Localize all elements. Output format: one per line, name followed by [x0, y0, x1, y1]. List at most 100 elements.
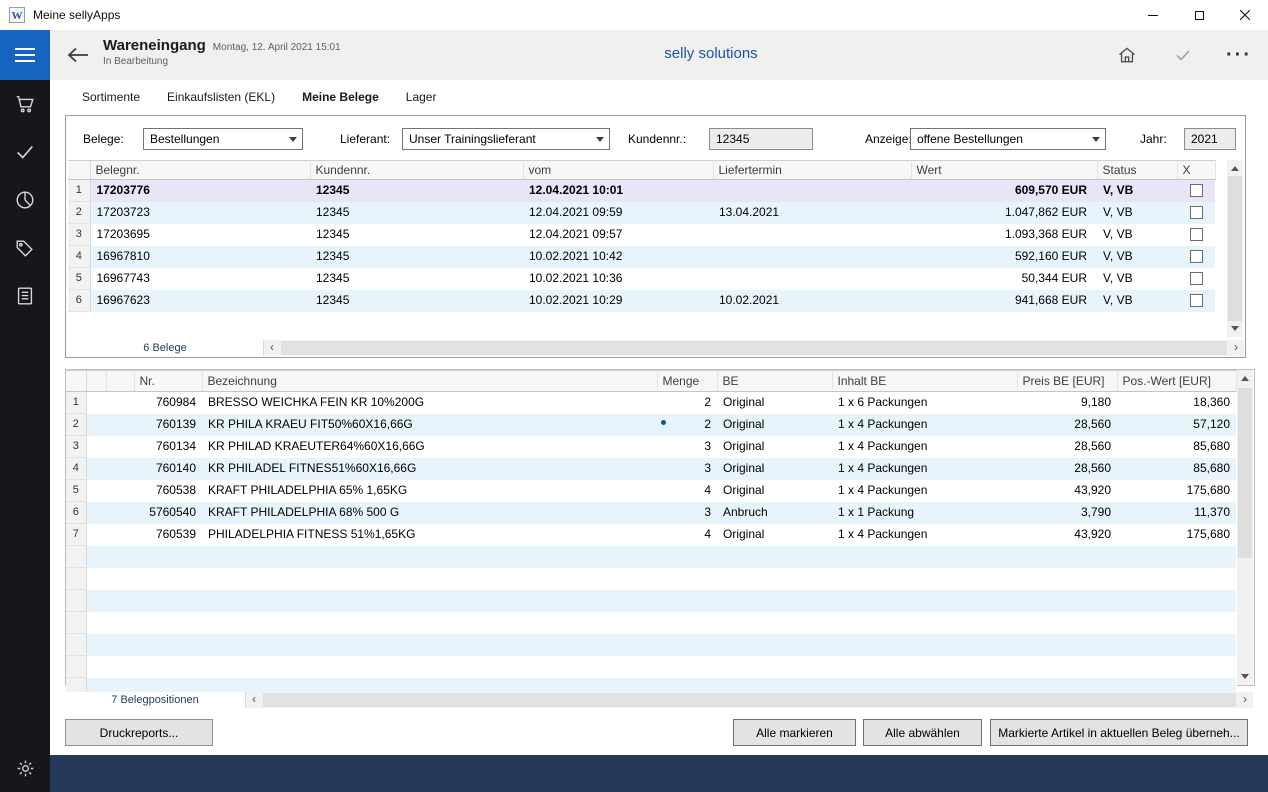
ellipsis-icon: ··· [1226, 50, 1252, 60]
position-row[interactable]: 65760540KRAFT PHILADELPHIA 68% 500 G3Anb… [66, 502, 1236, 524]
belege-horizontal-scrollbar[interactable]: ‹ › [264, 340, 1244, 356]
belege-select[interactable]: Bestellungen [143, 128, 303, 150]
sidebar-item-prices[interactable] [0, 224, 50, 272]
scroll-right-icon[interactable]: › [1228, 340, 1244, 356]
beleg-checkbox[interactable] [1190, 272, 1203, 285]
scroll-up-icon[interactable] [1241, 376, 1249, 381]
column-header-menge[interactable]: Menge [657, 371, 717, 392]
scroll-left-icon[interactable]: ‹ [264, 340, 280, 356]
scroll-down-icon[interactable] [1231, 326, 1239, 331]
belege-vertical-scrollbar[interactable] [1227, 160, 1243, 337]
positionen-horizontal-scrollbar[interactable]: ‹ › [246, 692, 1253, 708]
alle-markieren-button[interactable]: Alle markieren [733, 719, 856, 746]
scrollbar-thumb[interactable] [1228, 176, 1242, 321]
more-button[interactable]: ··· [1224, 40, 1254, 70]
beleg-checkbox[interactable] [1190, 206, 1203, 219]
tab-sortimente[interactable]: Sortimente [82, 90, 140, 104]
column-header-status[interactable]: Status [1097, 161, 1177, 180]
alle-abwaehlen-button[interactable]: Alle abwählen [863, 719, 982, 746]
sidebar-item-cart[interactable] [0, 80, 50, 128]
close-button[interactable] [1222, 0, 1268, 30]
main-content: Sortimente Einkaufslisten (EKL) Meine Be… [50, 80, 1268, 755]
belege-panel: Belege: Bestellungen Lieferant: Unser Tr… [65, 115, 1246, 358]
scrollbar-thumb[interactable] [281, 341, 1227, 355]
menu-button[interactable] [0, 30, 50, 80]
uebernehmen-button[interactable]: Markierte Artikel in aktuellen Beleg übe… [990, 719, 1248, 746]
position-row[interactable]: 3760134KR PHILAD KRAEUTER64%60X16,66G3Or… [66, 436, 1236, 458]
jahr-label: Jahr: [1140, 128, 1167, 150]
sidebar-item-tasks[interactable] [0, 128, 50, 176]
column-header-x[interactable]: X [1177, 161, 1215, 180]
back-button[interactable] [63, 42, 93, 68]
column-header-pos-wert[interactable]: Pos.-Wert [EUR] [1117, 371, 1236, 392]
positionen-header-row: Nr. Bezeichnung Menge BE Inhalt BE Preis… [66, 371, 1236, 392]
minimize-button[interactable] [1130, 0, 1176, 30]
confirm-button[interactable] [1168, 40, 1198, 70]
pie-chart-icon [14, 189, 36, 211]
sidebar-item-settings[interactable] [0, 750, 50, 786]
column-header-belegnr[interactable]: Belegnr. [90, 161, 310, 180]
beleg-row[interactable]: 6169676231234510.02.2021 10:2910.02.2021… [68, 290, 1215, 312]
position-row[interactable]: 4760140KR PHILADEL FITNES51%60X16,66G3Or… [66, 458, 1236, 480]
sidebar-item-statistics[interactable] [0, 176, 50, 224]
lieferant-select-value: Unser Trainingslieferant [409, 132, 536, 146]
positionen-vertical-scrollbar[interactable] [1237, 370, 1253, 685]
lieferant-select[interactable]: Unser Trainingslieferant [402, 128, 610, 150]
anzeige-select[interactable]: offene Bestellungen [910, 128, 1106, 150]
scroll-up-icon[interactable] [1231, 166, 1239, 171]
beleg-row[interactable]: 4169678101234510.02.2021 10:42592,160 EU… [68, 246, 1215, 268]
position-row[interactable]: 1760984BRESSO WEICHKA FEIN KR 10%200G2Or… [66, 392, 1236, 414]
column-header-liefertermin[interactable]: Liefertermin [713, 161, 911, 180]
tab-meine-belege[interactable]: Meine Belege [302, 90, 379, 104]
column-header-vom[interactable]: vom [523, 161, 713, 180]
sidebar-item-catalog[interactable] [0, 272, 50, 320]
belege-filter-label: Belege: [83, 128, 124, 150]
kundennr-input[interactable]: 12345 [709, 128, 813, 150]
catalog-icon [14, 285, 36, 307]
jahr-input[interactable]: 2021 [1184, 128, 1236, 150]
scroll-down-icon[interactable] [1241, 674, 1249, 679]
belege-count-label: 6 Belege [67, 340, 264, 356]
column-header-preis-be[interactable]: Preis BE [EUR] [1017, 371, 1117, 392]
tab-einkaufslisten[interactable]: Einkaufslisten (EKL) [167, 90, 275, 104]
tab-lager[interactable]: Lager [406, 90, 437, 104]
chevron-down-icon [1092, 137, 1100, 142]
row-number-header [68, 161, 90, 180]
beleg-row[interactable]: 5169677431234510.02.2021 10:3650,344 EUR… [68, 268, 1215, 290]
close-icon [1240, 10, 1250, 20]
chevron-down-icon [596, 137, 604, 142]
home-button[interactable] [1112, 40, 1142, 70]
beleg-checkbox[interactable] [1190, 250, 1203, 263]
beleg-checkbox[interactable] [1190, 228, 1203, 241]
column-header-nr[interactable]: Nr. [134, 371, 202, 392]
position-row[interactable]: 7760539PHILADELPHIA FITNESS 51%1,65KG4Or… [66, 524, 1236, 546]
beleg-row[interactable]: 2172037231234512.04.2021 09:5913.04.2021… [68, 202, 1215, 224]
beleg-checkbox[interactable] [1190, 294, 1203, 307]
scrollbar-thumb[interactable] [263, 693, 1236, 707]
column-header-inhalt-be[interactable]: Inhalt BE [832, 371, 1017, 392]
column-header-wert[interactable]: Wert [911, 161, 1097, 180]
position-empty-row [66, 590, 1236, 612]
scrollbar-thumb[interactable] [1238, 388, 1252, 558]
position-row[interactable]: 5760538KRAFT PHILADELPHIA 65% 1,65KG4Ori… [66, 480, 1236, 502]
column-header-bezeichnung[interactable]: Bezeichnung [202, 371, 657, 392]
column-header-kundennr[interactable]: Kundennr. [310, 161, 523, 180]
positionen-count-label: 7 Belegpositionen [65, 692, 246, 708]
brand-text: selly solutions [664, 45, 757, 62]
beleg-row[interactable]: 1172037761234512.04.2021 10:01609,570 EU… [68, 180, 1215, 202]
column-header-be[interactable]: BE [717, 371, 832, 392]
maximize-button[interactable] [1176, 0, 1222, 30]
home-icon [1117, 45, 1137, 65]
scroll-right-icon[interactable]: › [1237, 692, 1253, 708]
beleg-checkbox[interactable] [1190, 184, 1203, 197]
checkmark-icon [14, 141, 36, 163]
position-row[interactable]: 2760139KR PHILA KRAEU FIT50%60X16,66G2Or… [66, 414, 1236, 436]
chevron-down-icon [289, 137, 297, 142]
page-state: In Bearbeitung [103, 56, 341, 67]
scroll-left-icon[interactable]: ‹ [246, 692, 262, 708]
druckreports-button[interactable]: Druckreports... [65, 719, 213, 746]
beleg-row[interactable]: 3172036951234512.04.2021 09:571.093,368 … [68, 224, 1215, 246]
positionen-panel: Nr. Bezeichnung Menge BE Inhalt BE Preis… [65, 369, 1255, 686]
column-header-spacer [106, 371, 134, 392]
cell-focus-dot [661, 420, 666, 425]
